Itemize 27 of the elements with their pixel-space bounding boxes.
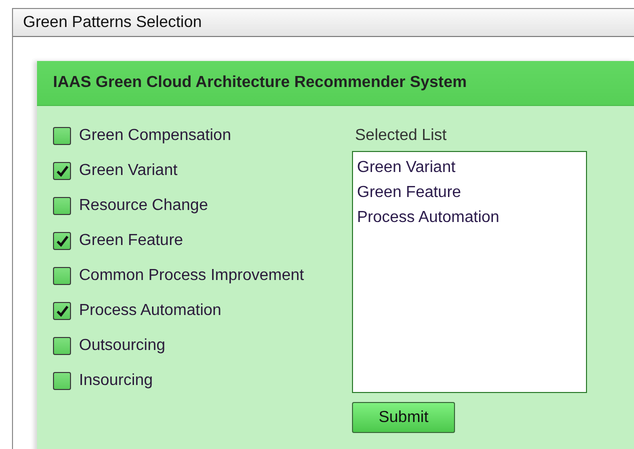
checkbox[interactable] xyxy=(53,302,71,320)
checkbox[interactable] xyxy=(53,267,71,285)
panel-title: IAAS Green Cloud Architecture Recommender System xyxy=(37,61,634,106)
checkbox[interactable] xyxy=(53,232,71,250)
checkbox-label[interactable]: Green Variant xyxy=(79,162,178,180)
checkbox[interactable] xyxy=(53,162,71,180)
checkbox-label[interactable]: Outsourcing xyxy=(79,337,166,355)
list-label: Selected List xyxy=(355,126,448,146)
checkbox-label[interactable]: Resource Change xyxy=(79,197,208,215)
checkbox[interactable] xyxy=(53,197,71,215)
checkmark-icon xyxy=(56,235,68,247)
checkbox-label[interactable]: Green Feature xyxy=(79,232,184,250)
checkmark-icon xyxy=(56,165,68,177)
submit-button[interactable]: Submit xyxy=(352,402,455,433)
list-item[interactable]: Process Automation xyxy=(357,207,582,228)
list-item[interactable]: Green Variant xyxy=(357,157,582,178)
list-item[interactable]: Green Feature xyxy=(357,182,582,203)
checkbox[interactable] xyxy=(53,372,71,390)
checkbox-label[interactable]: Green Compensation xyxy=(79,127,232,145)
checkbox-label[interactable]: Process Automation xyxy=(79,302,222,320)
window-title: Green Patterns Selection xyxy=(13,9,634,37)
checkbox[interactable] xyxy=(53,337,71,355)
checkbox[interactable] xyxy=(53,127,71,145)
selected-list[interactable]: Green Variant Green Feature Process Automation xyxy=(352,151,587,393)
checkbox-label[interactable]: Common Process Improvement xyxy=(79,267,304,285)
checkmark-icon xyxy=(56,305,68,317)
checkbox-label[interactable]: Insourcing xyxy=(79,372,153,390)
